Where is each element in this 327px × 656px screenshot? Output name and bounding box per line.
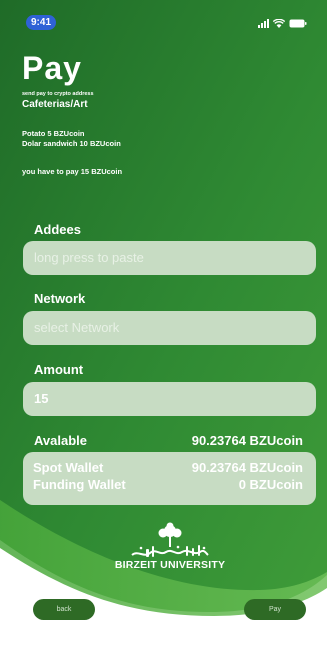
funding-wallet-label: Funding Wallet [33,477,126,492]
order-items: Potato 5 BZUcoin Dolar sandwich 10 BZUco… [22,129,121,149]
address-label: Addees [34,222,81,237]
spot-wallet-label: Spot Wallet [33,460,104,475]
wifi-icon [273,18,285,28]
total-due: you have to pay 15 BZUcoin [22,167,123,176]
pay-screen: 9:41 Pay send pay to crypto address Cafe… [0,0,327,656]
page-title: Pay [22,50,82,86]
available-value: 90.23764 BZUcoin [191,433,303,448]
network-select[interactable]: select Network [23,311,316,345]
address-input[interactable]: long press to paste [23,241,316,275]
page-subtitle: send pay to crypto address [22,91,94,97]
pay-button[interactable]: Pay [244,599,306,620]
wallet-balances: Spot Wallet 90.23764 BZUcoin Funding Wal… [23,452,316,505]
amount-label: Amount [34,362,84,377]
spot-wallet-value: 90.23764 BZUcoin [191,460,303,475]
recipient-address: Cafeterias/Art [22,99,88,110]
logo-graphic [131,522,209,557]
signal-icon [258,18,269,28]
status-icons [258,17,307,29]
logo-english-text: BIRZEIT UNIVERSITY [114,559,226,571]
network-label: Network [34,291,86,306]
order-item: Potato 5 BZUcoin [22,129,85,138]
funding-wallet-value: 0 BZUcoin [238,477,303,492]
back-button[interactable]: back [33,599,95,620]
funding-wallet-row: Funding Wallet 0 BZUcoin [33,476,303,493]
status-bar: 9:41 [0,0,327,40]
spot-wallet-row: Spot Wallet 90.23764 BZUcoin [33,459,303,476]
order-item: Dolar sandwich 10 BZUcoin [22,139,121,148]
amount-input[interactable]: 15 [23,382,316,416]
available-label: Avalable [34,433,87,448]
battery-icon [289,19,307,28]
status-time: 9:41 [26,15,56,30]
birzeit-university-logo: BIRZEIT UNIVERSITY [108,522,232,576]
